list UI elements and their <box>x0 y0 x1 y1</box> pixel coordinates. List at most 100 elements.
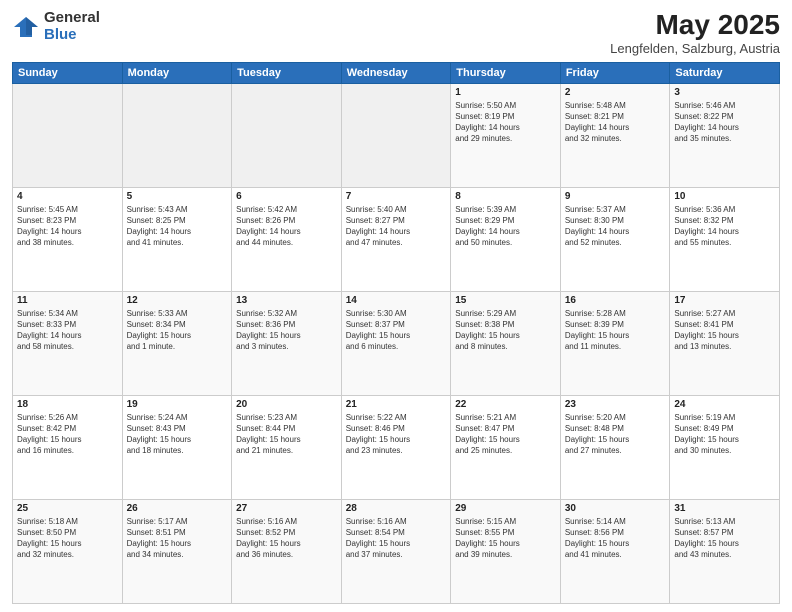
day-info: Sunrise: 5:19 AM Sunset: 8:49 PM Dayligh… <box>674 412 775 457</box>
day-info: Sunrise: 5:18 AM Sunset: 8:50 PM Dayligh… <box>17 516 118 561</box>
week-row-2: 4Sunrise: 5:45 AM Sunset: 8:23 PM Daylig… <box>13 187 780 291</box>
calendar-cell: 29 Sunrise: 5:15 AM Sunset: 8:55 PM Dayli… <box>451 499 561 603</box>
weekday-saturday: Saturday <box>670 62 780 83</box>
calendar-cell: 30 Sunrise: 5:14 AM Sunset: 8:56 PM Dayli… <box>560 499 670 603</box>
day-info: Sunrise: 5:30 AM Sunset: 8:37 PM Dayligh… <box>346 308 447 353</box>
week-row-1: 1 Sunrise: 5:50 AM Sunset: 8:19 PM Daylig… <box>13 83 780 187</box>
day-number: 9 <box>565 191 666 202</box>
day-info: Sunrise: 5:48 AM Sunset: 8:21 PM Dayligh… <box>565 100 666 145</box>
day-number: 20 <box>236 399 337 410</box>
calendar-cell <box>232 83 342 187</box>
day-info: Sunrise: 5:21 AM Sunset: 8:47 PM Dayligh… <box>455 412 556 457</box>
day-number: 27 <box>236 503 337 514</box>
calendar-cell: 20Sunrise: 5:23 AM Sunset: 8:44 PM Dayli… <box>232 395 342 499</box>
day-info: Sunrise: 5:16 AM Sunset: 8:52 PM Dayligh… <box>236 516 337 561</box>
logo-text: General Blue <box>44 10 100 43</box>
day-number: 7 <box>346 191 447 202</box>
calendar-cell: 19 Sunrise: 5:24 AM Sunset: 8:43 PM Dayli… <box>122 395 232 499</box>
day-number: 1 <box>455 87 556 98</box>
weekday-tuesday: Tuesday <box>232 62 342 83</box>
day-info: Sunrise: 5:46 AM Sunset: 8:22 PM Dayligh… <box>674 100 775 145</box>
calendar-cell: 2 Sunrise: 5:48 AM Sunset: 8:21 PM Daylig… <box>560 83 670 187</box>
calendar-cell: 6 Sunrise: 5:42 AM Sunset: 8:26 PM Daylig… <box>232 187 342 291</box>
logo: General Blue <box>12 10 100 43</box>
day-number: 10 <box>674 191 775 202</box>
day-number: 8 <box>455 191 556 202</box>
day-info: Sunrise: 5:13 AM Sunset: 8:57 PM Dayligh… <box>674 516 775 561</box>
day-number: 4 <box>17 191 118 202</box>
calendar-cell: 16 Sunrise: 5:28 AM Sunset: 8:39 PM Dayli… <box>560 291 670 395</box>
weekday-sunday: Sunday <box>13 62 123 83</box>
calendar-cell: 22 Sunrise: 5:21 AM Sunset: 8:47 PM Dayli… <box>451 395 561 499</box>
weekday-friday: Friday <box>560 62 670 83</box>
day-info: Sunrise: 5:29 AM Sunset: 8:38 PM Dayligh… <box>455 308 556 353</box>
week-row-4: 18Sunrise: 5:26 AM Sunset: 8:42 PM Dayli… <box>13 395 780 499</box>
calendar-cell: 4Sunrise: 5:45 AM Sunset: 8:23 PM Daylig… <box>13 187 123 291</box>
calendar-cell: 25 Sunrise: 5:18 AM Sunset: 8:50 PM Dayli… <box>13 499 123 603</box>
day-info: Sunrise: 5:39 AM Sunset: 8:29 PM Dayligh… <box>455 204 556 249</box>
day-number: 11 <box>17 295 118 306</box>
calendar-cell: 15 Sunrise: 5:29 AM Sunset: 8:38 PM Dayli… <box>451 291 561 395</box>
calendar-cell: 31Sunrise: 5:13 AM Sunset: 8:57 PM Dayli… <box>670 499 780 603</box>
calendar-cell: 7Sunrise: 5:40 AM Sunset: 8:27 PM Daylig… <box>341 187 451 291</box>
weekday-monday: Monday <box>122 62 232 83</box>
weekday-header-row: SundayMondayTuesdayWednesdayThursdayFrid… <box>13 62 780 83</box>
day-number: 19 <box>127 399 228 410</box>
day-info: Sunrise: 5:16 AM Sunset: 8:54 PM Dayligh… <box>346 516 447 561</box>
day-number: 2 <box>565 87 666 98</box>
day-info: Sunrise: 5:22 AM Sunset: 8:46 PM Dayligh… <box>346 412 447 457</box>
calendar-cell: 28 Sunrise: 5:16 AM Sunset: 8:54 PM Dayli… <box>341 499 451 603</box>
day-info: Sunrise: 5:20 AM Sunset: 8:48 PM Dayligh… <box>565 412 666 457</box>
calendar-cell: 9 Sunrise: 5:37 AM Sunset: 8:30 PM Daylig… <box>560 187 670 291</box>
calendar-cell: 13 Sunrise: 5:32 AM Sunset: 8:36 PM Dayli… <box>232 291 342 395</box>
calendar-cell: 8 Sunrise: 5:39 AM Sunset: 8:29 PM Daylig… <box>451 187 561 291</box>
day-info: Sunrise: 5:32 AM Sunset: 8:36 PM Dayligh… <box>236 308 337 353</box>
day-number: 25 <box>17 503 118 514</box>
calendar-cell: 24Sunrise: 5:19 AM Sunset: 8:49 PM Dayli… <box>670 395 780 499</box>
day-number: 14 <box>346 295 447 306</box>
calendar-cell: 1 Sunrise: 5:50 AM Sunset: 8:19 PM Daylig… <box>451 83 561 187</box>
day-info: Sunrise: 5:43 AM Sunset: 8:25 PM Dayligh… <box>127 204 228 249</box>
calendar-cell: 5Sunrise: 5:43 AM Sunset: 8:25 PM Daylig… <box>122 187 232 291</box>
day-number: 30 <box>565 503 666 514</box>
day-info: Sunrise: 5:50 AM Sunset: 8:19 PM Dayligh… <box>455 100 556 145</box>
calendar-cell: 3Sunrise: 5:46 AM Sunset: 8:22 PM Daylig… <box>670 83 780 187</box>
day-number: 16 <box>565 295 666 306</box>
day-number: 22 <box>455 399 556 410</box>
weekday-thursday: Thursday <box>451 62 561 83</box>
calendar-cell: 17Sunrise: 5:27 AM Sunset: 8:41 PM Dayli… <box>670 291 780 395</box>
day-number: 29 <box>455 503 556 514</box>
calendar-cell <box>13 83 123 187</box>
day-number: 13 <box>236 295 337 306</box>
page-header: General Blue May 2025 Lengfelden, Salzbu… <box>12 10 780 56</box>
day-number: 15 <box>455 295 556 306</box>
day-number: 23 <box>565 399 666 410</box>
day-number: 17 <box>674 295 775 306</box>
day-info: Sunrise: 5:28 AM Sunset: 8:39 PM Dayligh… <box>565 308 666 353</box>
calendar-cell: 23 Sunrise: 5:20 AM Sunset: 8:48 PM Dayli… <box>560 395 670 499</box>
logo-icon <box>12 13 40 41</box>
day-number: 12 <box>127 295 228 306</box>
logo-blue-text: Blue <box>44 27 100 44</box>
calendar-cell: 26 Sunrise: 5:17 AM Sunset: 8:51 PM Dayli… <box>122 499 232 603</box>
day-info: Sunrise: 5:33 AM Sunset: 8:34 PM Dayligh… <box>127 308 228 353</box>
day-number: 28 <box>346 503 447 514</box>
day-info: Sunrise: 5:14 AM Sunset: 8:56 PM Dayligh… <box>565 516 666 561</box>
calendar-cell: 18Sunrise: 5:26 AM Sunset: 8:42 PM Dayli… <box>13 395 123 499</box>
day-info: Sunrise: 5:34 AM Sunset: 8:33 PM Dayligh… <box>17 308 118 353</box>
calendar-table: SundayMondayTuesdayWednesdayThursdayFrid… <box>12 62 780 604</box>
day-info: Sunrise: 5:15 AM Sunset: 8:55 PM Dayligh… <box>455 516 556 561</box>
calendar-cell: 27 Sunrise: 5:16 AM Sunset: 8:52 PM Dayli… <box>232 499 342 603</box>
day-number: 26 <box>127 503 228 514</box>
day-info: Sunrise: 5:42 AM Sunset: 8:26 PM Dayligh… <box>236 204 337 249</box>
calendar-cell <box>122 83 232 187</box>
day-number: 18 <box>17 399 118 410</box>
day-info: Sunrise: 5:37 AM Sunset: 8:30 PM Dayligh… <box>565 204 666 249</box>
calendar-cell: 14 Sunrise: 5:30 AM Sunset: 8:37 PM Dayli… <box>341 291 451 395</box>
day-info: Sunrise: 5:17 AM Sunset: 8:51 PM Dayligh… <box>127 516 228 561</box>
day-number: 6 <box>236 191 337 202</box>
day-info: Sunrise: 5:24 AM Sunset: 8:43 PM Dayligh… <box>127 412 228 457</box>
calendar-cell: 21Sunrise: 5:22 AM Sunset: 8:46 PM Dayli… <box>341 395 451 499</box>
weekday-wednesday: Wednesday <box>341 62 451 83</box>
location-title: Lengfelden, Salzburg, Austria <box>610 41 780 56</box>
